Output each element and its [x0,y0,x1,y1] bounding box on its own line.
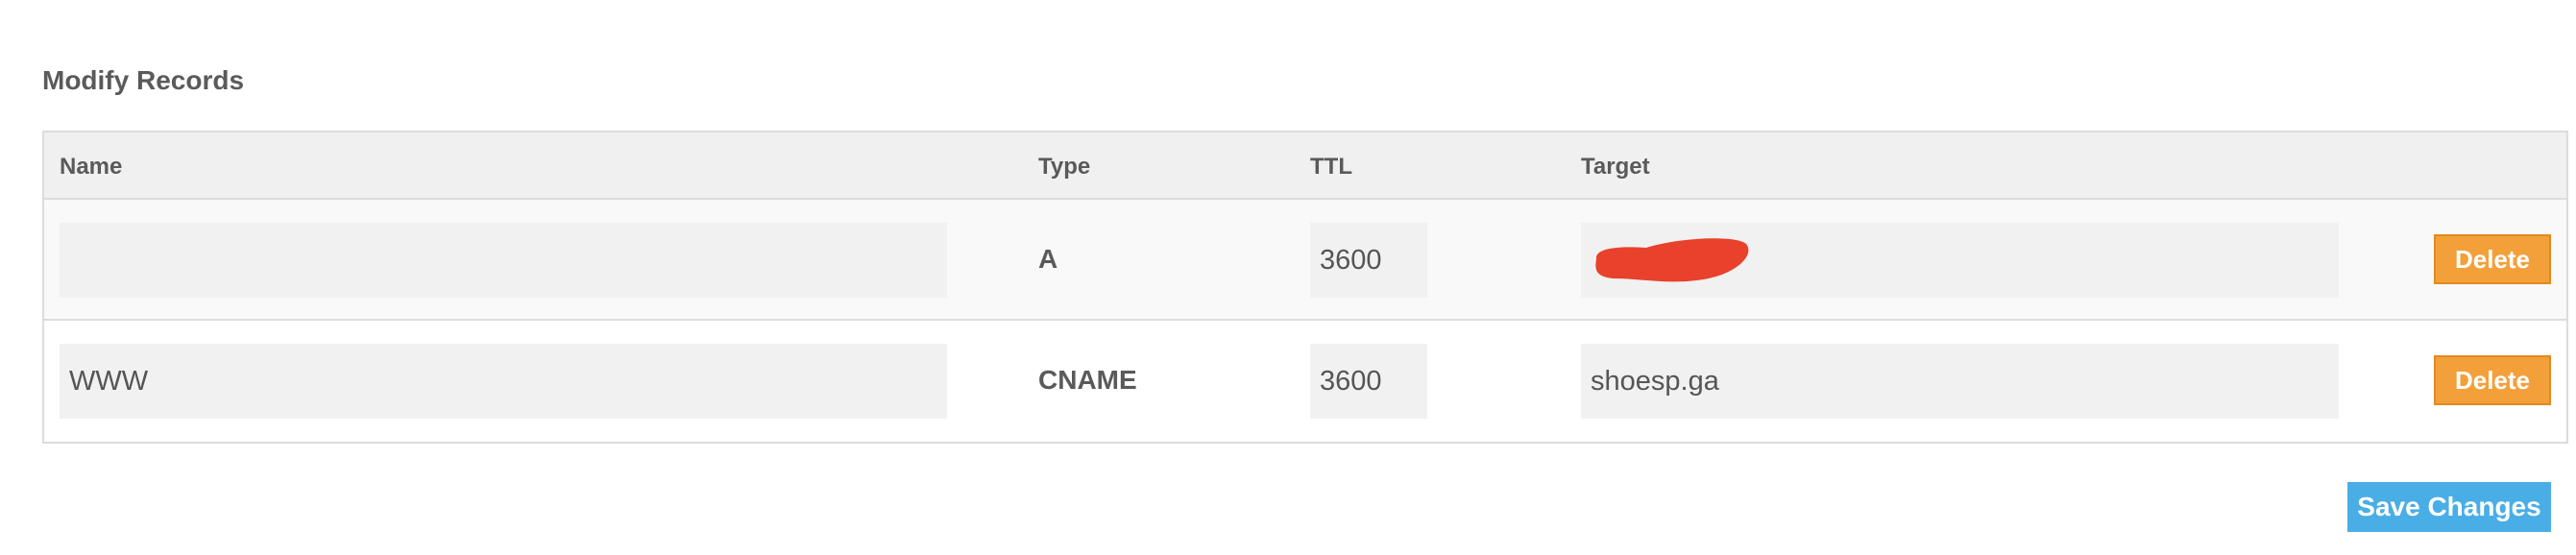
delete-button[interactable]: Delete [2434,234,2551,284]
record-type: A [1038,244,1058,274]
name-field[interactable] [60,223,947,298]
redaction-mark [1595,238,1749,282]
table-row: CNAME Delete [44,321,2566,442]
save-changes-button[interactable]: Save Changes [2347,482,2551,532]
target-field[interactable] [1581,344,2339,419]
records-table: Name Type TTL Target A Delete CNAME Dele… [42,131,2568,444]
header-ttl: TTL [1310,154,1352,180]
header-type: Type [1038,154,1091,180]
ttl-field[interactable] [1310,344,1427,419]
name-field[interactable] [60,344,947,419]
header-name: Name [60,154,123,180]
delete-button[interactable]: Delete [2434,355,2551,405]
target-field[interactable] [1581,223,2339,298]
header-target: Target [1581,154,1650,180]
record-type: CNAME [1038,365,1137,395]
ttl-field[interactable] [1310,223,1427,298]
section-title: Modify Records [42,65,245,95]
table-row: A Delete [44,200,2566,321]
table-header: Name Type TTL Target [44,133,2566,200]
